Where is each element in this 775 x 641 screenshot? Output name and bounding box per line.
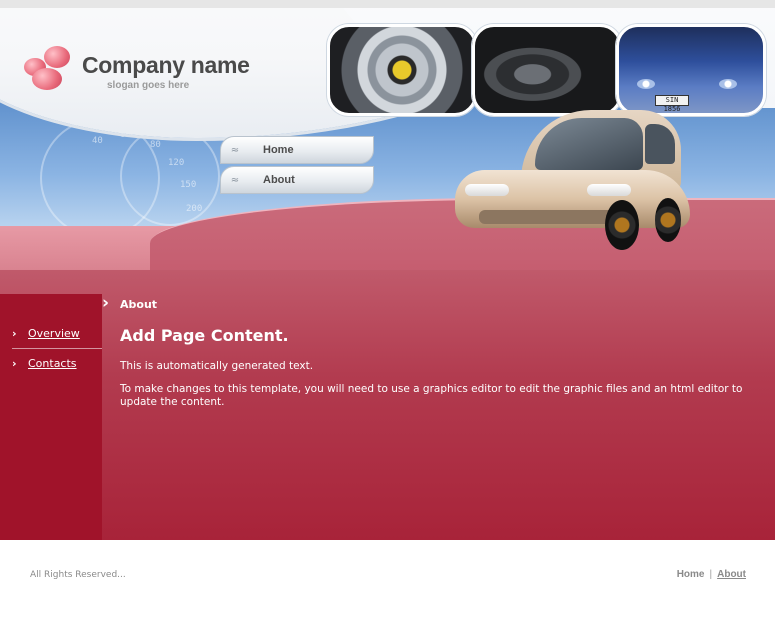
nav-about-label: About (263, 174, 295, 186)
footer: All Rights Reserved... Home | About (0, 540, 775, 641)
footer-home-link[interactable]: Home (677, 569, 705, 580)
top-strip (0, 0, 775, 8)
page-title: Add Page Content. (120, 326, 289, 345)
chevron-right-icon: › (12, 356, 17, 370)
car-wheel (655, 198, 681, 242)
copyright-text: All Rights Reserved... (30, 570, 126, 580)
speedometer-dial-decoration (120, 126, 220, 226)
section-title: About (120, 298, 158, 311)
car-headlight (587, 184, 631, 196)
sidebar: › Overview › Contacts (0, 294, 102, 540)
dial-tick-decoration: 150 (180, 180, 197, 190)
content-paragraph: This is automatically generated text. (120, 360, 314, 372)
logo-blob (44, 46, 70, 68)
double-chevron-icon: ≈ (230, 174, 240, 186)
header: 40 60 80 120 150 200 Company name slogan… (0, 8, 775, 270)
dial-tick-decoration: 200 (186, 204, 203, 214)
main-content-band: › Overview › Contacts › About Add Page C… (0, 270, 775, 540)
car-wheel (605, 200, 639, 250)
company-name: Company name (82, 52, 250, 78)
logo-blob (32, 68, 62, 90)
footer-link-separator: | (709, 569, 713, 580)
sidebar-divider (12, 348, 102, 349)
headlight-decoration (637, 79, 655, 89)
dial-tick-decoration: 80 (150, 140, 161, 150)
nav-about-button[interactable]: ≈ About (220, 166, 374, 194)
sidebar-item-contacts[interactable]: › Contacts (12, 351, 102, 375)
car-image (455, 100, 695, 250)
sidebar-item-label[interactable]: Overview (28, 327, 80, 340)
page: 40 60 80 120 150 200 Company name slogan… (0, 0, 775, 641)
nav-home-button[interactable]: ≈ Home (220, 136, 374, 164)
chevron-right-icon: › (102, 293, 110, 313)
nav-home-label: Home (263, 144, 294, 156)
chevron-right-icon: › (12, 326, 17, 340)
sidebar-item-overview[interactable]: › Overview (12, 321, 102, 345)
content-paragraph: To make changes to this template, you wi… (120, 383, 743, 408)
dial-tick-decoration: 120 (168, 158, 185, 168)
double-chevron-icon: ≈ (230, 144, 240, 156)
dial-tick-decoration: 40 (92, 136, 103, 146)
footer-about-link[interactable]: About (717, 569, 746, 580)
logo-icon (24, 46, 74, 90)
slogan: slogan goes here (107, 80, 190, 91)
car-headlight (465, 184, 509, 196)
footer-links: Home | About (677, 569, 746, 580)
headlight-decoration (719, 79, 737, 89)
sidebar-item-label[interactable]: Contacts (28, 357, 77, 370)
